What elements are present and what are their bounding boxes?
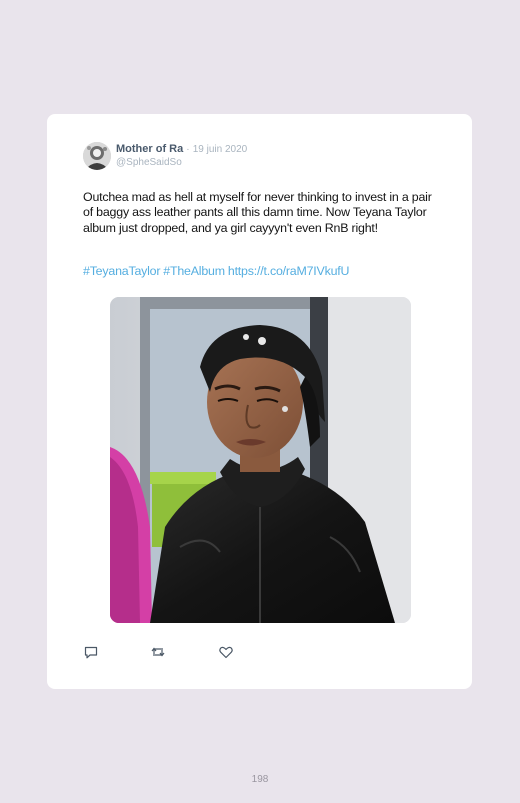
hashtag-thealbum[interactable]: #TheAlbum	[163, 264, 225, 278]
tweet-text: Outchea mad as hell at myself for never …	[83, 190, 432, 235]
tweet-date[interactable]: 19 juin 2020	[193, 144, 248, 155]
page-number: 198	[251, 774, 269, 785]
avatar-image	[83, 142, 111, 170]
tweet-card: Mother of Ra · 19 juin 2020 @SpheSaidSo …	[47, 114, 472, 689]
like-icon[interactable]	[218, 644, 234, 660]
tweet-link[interactable]: https://t.co/raM7IVkufU	[228, 264, 350, 278]
display-name[interactable]: Mother of Ra	[116, 143, 183, 155]
author-line: Mother of Ra · 19 juin 2020	[116, 143, 247, 155]
hashtag-teyanataylor[interactable]: #TeyanaTaylor	[83, 264, 160, 278]
tweet-links: #TeyanaTaylor #TheAlbum https://t.co/raM7I…	[83, 264, 352, 278]
separator: ·	[186, 144, 190, 155]
tweet-media[interactable]	[110, 297, 411, 623]
user-handle[interactable]: @SpheSaidSo	[116, 157, 182, 168]
retweet-icon[interactable]	[150, 644, 166, 660]
avatar[interactable]	[83, 142, 111, 170]
media-image	[110, 297, 411, 623]
reply-icon[interactable]	[83, 644, 99, 660]
